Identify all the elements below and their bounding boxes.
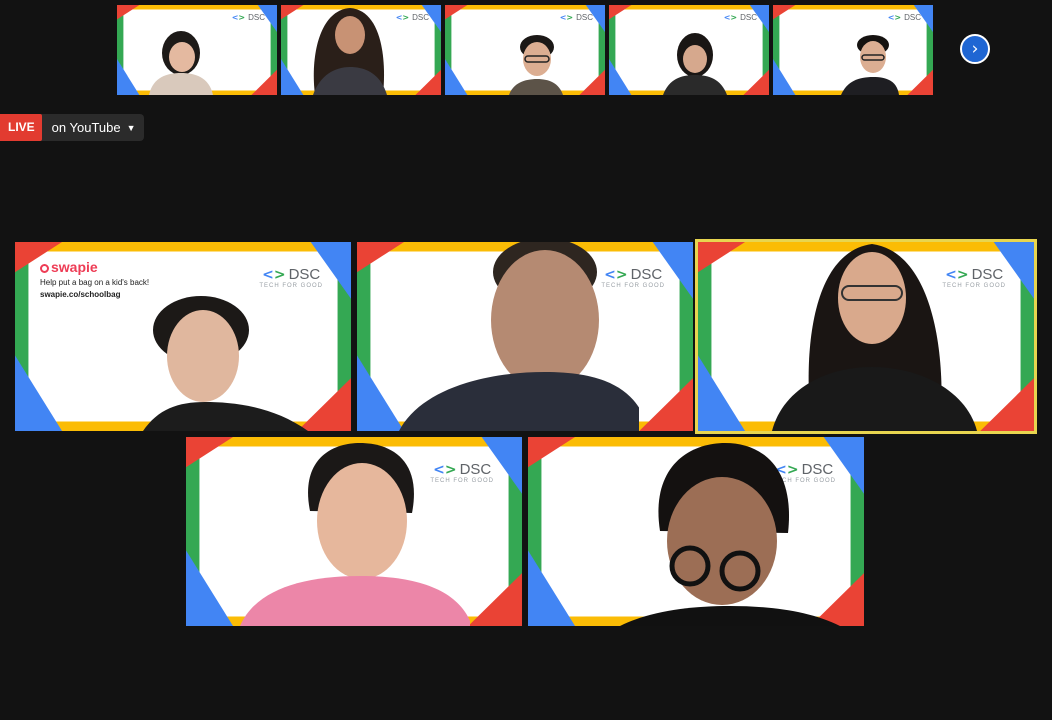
video-tile-active-speaker[interactable]: <> DSC TECH FOR GOOD (695, 239, 1037, 434)
participant-video (240, 443, 470, 626)
participant-video (772, 244, 977, 431)
dsc-logo: <> DSC (395, 13, 429, 22)
swapie-logo-icon (40, 264, 49, 273)
thumbnail-tile-5[interactable]: <> DSC (773, 5, 933, 95)
video-tile-2[interactable]: <> DSC TECH FOR GOOD (357, 242, 693, 431)
video-tile-5[interactable]: <> DSC TECH FOR GOOD (528, 437, 864, 626)
video-tile-4[interactable]: <> DSC TECH FOR GOOD (186, 437, 522, 626)
swapie-banner: swapie Help put a bag on a kid's back! s… (40, 259, 150, 299)
thumbnail-tile-3[interactable]: <> DSC (445, 5, 605, 95)
dsc-logo: <> DSC (887, 13, 921, 22)
participant-video (841, 35, 899, 95)
live-badge: LIVE (0, 114, 42, 141)
participant-video (399, 242, 639, 431)
dsc-logo: <> DSC (231, 13, 265, 22)
participant-video (149, 31, 213, 95)
chevron-right-icon: › (971, 39, 979, 59)
participant-video (620, 443, 840, 626)
dsc-logo: <> DSC (559, 13, 593, 22)
dsc-logo: <> DSC (723, 13, 757, 22)
participant-video (143, 296, 308, 431)
participant-video (313, 8, 387, 95)
live-stream-indicator[interactable]: LIVE on YouTube ▼ (0, 114, 144, 141)
thumbnail-tile-1[interactable]: <> DSC (117, 5, 277, 95)
participant-video (663, 33, 727, 95)
live-platform-label: on YouTube (51, 120, 121, 135)
next-page-button[interactable]: › (960, 34, 990, 64)
thumbnail-tile-2[interactable]: <> DSC (281, 5, 441, 95)
participant-video (509, 35, 563, 95)
caret-down-icon[interactable]: ▼ (127, 123, 144, 133)
video-tile-swapie-presenter[interactable]: swapie Help put a bag on a kid's back! s… (15, 242, 351, 431)
thumbnail-tile-4[interactable]: <> DSC (609, 5, 769, 95)
dsc-logo: <> DSC TECH FOR GOOD (259, 266, 323, 289)
swapie-tagline: Help put a bag on a kid's back! (40, 278, 150, 287)
